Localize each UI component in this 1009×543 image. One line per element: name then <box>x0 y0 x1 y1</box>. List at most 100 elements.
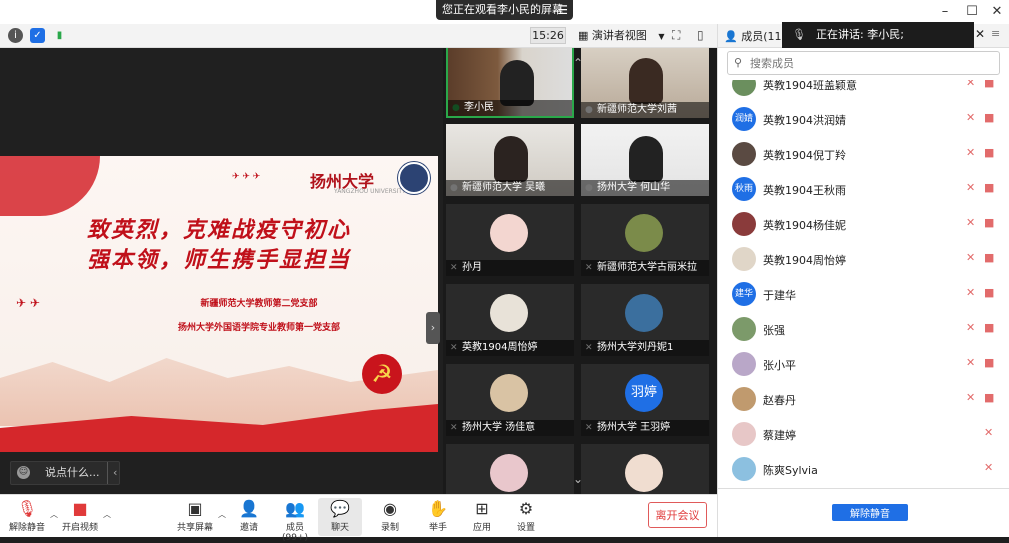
video-tile[interactable] <box>446 444 574 494</box>
raise-hand-label: 举手 <box>428 523 447 533</box>
camera-off-icon[interactable]: ■ <box>984 146 994 159</box>
tile-name: 扬州大学 汤佳意 <box>446 420 574 436</box>
minimize-icon[interactable]: – <box>935 3 955 21</box>
record-icon: ◉ <box>383 499 397 518</box>
camera-off-icon[interactable]: ■ <box>984 251 994 264</box>
chevron-up-icon[interactable]: ︿ <box>103 509 111 520</box>
person <box>629 58 663 104</box>
invite-button[interactable]: 👤 邀请 <box>227 498 271 536</box>
mic-muted-icon[interactable]: ✕ <box>966 146 975 159</box>
search-input[interactable] <box>750 54 990 72</box>
members-button[interactable]: 👥 成员(99+) <box>273 498 317 543</box>
chevron-left-icon[interactable]: ‹ <box>107 462 117 484</box>
camera-off-icon[interactable]: ■ <box>984 356 994 369</box>
camera-off-icon[interactable]: ■ <box>984 181 994 194</box>
start-video-button[interactable]: ■ 开启视频 <box>58 498 102 536</box>
video-tile[interactable]: ✕ 英教1904周怡婷 <box>446 284 574 356</box>
camera-off-icon[interactable]: ■ <box>984 286 994 299</box>
unmute-all-button[interactable]: 解除静音 <box>832 504 908 521</box>
mic-muted-icon[interactable]: ✕ <box>966 321 975 334</box>
video-tile[interactable] <box>581 444 709 494</box>
collapse-handle[interactable]: › <box>426 312 440 344</box>
share-notice[interactable]: 您正在观看李小民的屏幕 ☰ <box>436 0 573 20</box>
video-tile[interactable]: ● 新疆师范大学 吴曦 <box>446 124 574 196</box>
control-bar: 🎙 解除静音 ︿ ■ 开启视频 ︿ ▣ 共享屏幕 ︿ 👤 邀请 👥 成员(99+… <box>0 494 717 543</box>
tile-name: 李小民 <box>448 100 572 116</box>
member-name: 英教1904杨佳妮 <box>763 219 846 232</box>
mic-muted-icon[interactable]: ✕ <box>984 426 993 439</box>
video-tile[interactable]: ✕ 新疆师范大学古丽米拉 <box>581 204 709 276</box>
mic-muted-icon[interactable]: ✕ <box>966 111 975 124</box>
video-tile[interactable]: ● 新疆师范大学刘茜 <box>581 48 709 118</box>
chevron-down-icon[interactable]: ⌄ <box>573 472 583 486</box>
hand-icon: ✋ <box>428 499 448 518</box>
mic-muted-icon[interactable]: ✕ <box>966 286 975 299</box>
mic-muted-icon[interactable]: ✕ <box>966 251 975 264</box>
record-button[interactable]: ◉ 录制 <box>368 498 412 536</box>
chat-button[interactable]: 💬 聊天 <box>318 498 362 536</box>
video-tile[interactable]: ✕ 扬州大学刘丹妮1 <box>581 284 709 356</box>
settings-button[interactable]: ⚙ 设置 <box>504 498 548 536</box>
mic-muted-icon[interactable]: ✕ <box>966 356 975 369</box>
video-grid: ⌃ ● 李小民 ● 新疆师范大学刘茜 ● 新疆师范大学 吴曦 ● 扬州大学 何山… <box>443 48 717 494</box>
speaking-text: 正在讲话: 李小民; <box>816 28 904 41</box>
mic-muted-icon[interactable]: ✕ <box>966 80 975 89</box>
emoji-icon[interactable]: ☺ <box>17 466 30 479</box>
share-screen-button[interactable]: ▣ 共享屏幕 <box>173 498 217 536</box>
list-item[interactable]: 英教1904周怡婷 ✕ ■ <box>718 242 1009 277</box>
list-item[interactable]: 英教1904班盖颖意 ✕ ■ <box>718 80 1009 102</box>
chat-input[interactable]: ☺ 说点什么... ‹ <box>10 461 120 485</box>
avatar: 建华 <box>732 282 756 306</box>
list-item[interactable]: 赵春丹 ✕ ■ <box>718 382 1009 417</box>
video-tile[interactable]: 羽婷 ✕ 扬州大学 王羽婷 <box>581 364 709 436</box>
camera-off-icon[interactable]: ■ <box>984 111 994 124</box>
list-item[interactable]: 英教1904倪丁羚 ✕ ■ <box>718 137 1009 172</box>
chevron-up-icon[interactable]: ︿ <box>50 509 58 520</box>
video-tile[interactable]: ● 扬州大学 何山华 <box>581 124 709 196</box>
person <box>629 136 663 182</box>
list-item[interactable]: 秋雨 英教1904王秋雨 ✕ ■ <box>718 172 1009 207</box>
camera-off-icon[interactable]: ■ <box>984 321 994 334</box>
shield-icon[interactable]: ✓ <box>30 28 45 43</box>
mic-muted-icon[interactable]: ✕ <box>984 461 993 474</box>
mic-muted-icon[interactable]: ✕ <box>966 391 975 404</box>
mic-muted-icon[interactable]: ✕ <box>966 181 975 194</box>
layout-icon[interactable]: ▯ <box>697 27 704 44</box>
close-panel-icon[interactable]: ✕ <box>975 27 985 41</box>
list-item[interactable]: 张强 ✕ ■ <box>718 312 1009 347</box>
fullscreen-icon[interactable]: ⛶ <box>672 27 680 44</box>
apps-icon: ⊞ <box>475 499 489 518</box>
member-name: 蔡建婷 <box>763 429 796 442</box>
list-item[interactable]: 建华 于建华 ✕ ■ <box>718 277 1009 312</box>
menu-icon[interactable]: ≡ <box>991 27 1000 40</box>
apps-button[interactable]: ⊞ 应用 <box>460 498 504 536</box>
mic-muted-icon[interactable]: ✕ <box>966 216 975 229</box>
list-item[interactable]: 蔡建婷 ✕ <box>718 417 1009 452</box>
view-mode-dropdown[interactable]: ▦ 演讲者视图 ▼ <box>578 27 665 44</box>
info-icon[interactable]: i <box>8 28 23 43</box>
unmute-button[interactable]: 🎙 解除静音 <box>5 498 49 536</box>
list-item[interactable]: 润婧 英教1904洪润婧 ✕ ■ <box>718 102 1009 137</box>
camera-off-icon[interactable]: ■ <box>984 391 994 404</box>
list-item[interactable]: 张小平 ✕ ■ <box>718 347 1009 382</box>
camera-off-icon[interactable]: ■ <box>984 80 994 89</box>
member-name: 陈爽Sylvia <box>763 464 818 477</box>
list-item[interactable]: 陈爽Sylvia ✕ <box>718 452 1009 487</box>
panel-header: 👤 成员(116) 🎙 正在讲话: 李小民; ✕ ≡ <box>718 22 1009 48</box>
maximize-icon[interactable]: ☐ <box>962 3 982 21</box>
mic-icon: 🎙 <box>792 28 806 41</box>
camera-off-icon[interactable]: ■ <box>984 216 994 229</box>
member-search[interactable]: ⚲ <box>727 51 1000 75</box>
list-item[interactable]: 英教1904杨佳妮 ✕ ■ <box>718 207 1009 242</box>
raise-hand-button[interactable]: ✋ 举手 <box>416 498 460 536</box>
tile-name: 英教1904周怡婷 <box>446 340 574 356</box>
chevron-up-icon[interactable]: ︿ <box>218 509 226 520</box>
close-icon[interactable]: ✕ <box>987 3 1007 21</box>
video-tile[interactable]: ✕ 孙月 <box>446 204 574 276</box>
video-tile[interactable]: ● 李小民 <box>446 48 574 118</box>
video-tile[interactable]: ✕ 扬州大学 汤佳意 <box>446 364 574 436</box>
avatar <box>732 457 756 481</box>
share-menu-icon[interactable]: ☰ <box>557 0 568 20</box>
leave-meeting-button[interactable]: 离开会议 <box>648 502 707 528</box>
signal-icon[interactable]: ▮ <box>52 28 67 43</box>
